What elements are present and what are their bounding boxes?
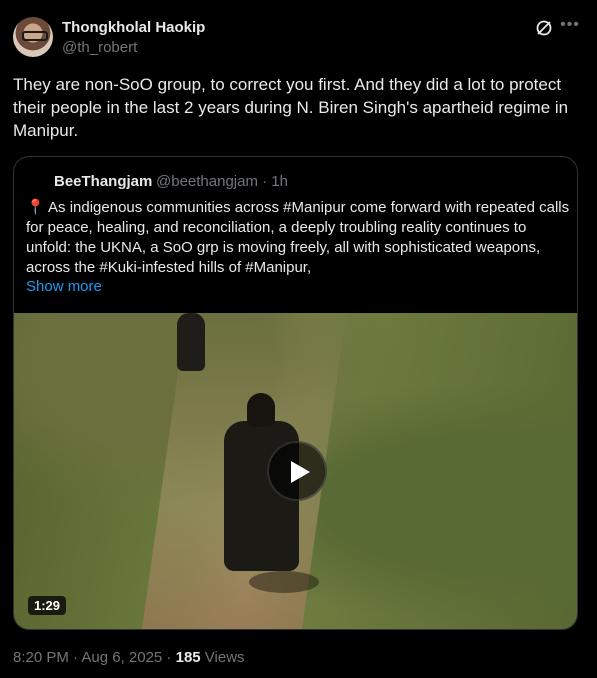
video-frame-figure-head	[247, 393, 275, 427]
author-display-name[interactable]: Thongkholal Haokip	[62, 19, 205, 36]
video-frame-shadow	[249, 571, 319, 593]
views-count: 185	[175, 649, 201, 666]
play-button[interactable]	[267, 441, 327, 501]
tweet-timestamp[interactable]: 8:20 PM · Aug 6, 2025 ·	[13, 649, 176, 666]
views-label: Views	[200, 649, 245, 666]
video-frame-figure	[177, 313, 205, 371]
video-player[interactable]: 1:29	[14, 313, 577, 629]
quoted-tweet-text: 📍 As indigenous communities across #Mani…	[26, 198, 571, 278]
more-icon[interactable]: •••	[560, 17, 580, 37]
quoted-author-handle[interactable]: @beethangjam · 1h	[156, 173, 288, 190]
avatar-glasses	[22, 31, 48, 41]
video-duration-badge: 1:29	[28, 596, 67, 615]
author-avatar[interactable]	[13, 17, 53, 57]
quoted-tweet-card[interactable]: BeeThangjam @beethangjam · 1h 📍 As indig…	[13, 156, 578, 630]
play-icon	[291, 461, 310, 483]
tweet-metadata: 8:20 PM · Aug 6, 2025 · 185 Views	[13, 649, 245, 666]
author-handle[interactable]: @th_robert	[62, 39, 137, 56]
quoted-author-display-name[interactable]: BeeThangjam	[54, 173, 152, 190]
show-more-link[interactable]: Show more	[26, 278, 102, 295]
grok-icon[interactable]	[535, 19, 553, 37]
quoted-tweet-body: As indigenous communities across #Manipu…	[26, 199, 570, 276]
tweet-text: They are non-SoO group, to correct you f…	[13, 75, 569, 140]
pin-icon: 📍	[26, 199, 45, 216]
quoted-author-avatar[interactable]	[26, 172, 46, 192]
